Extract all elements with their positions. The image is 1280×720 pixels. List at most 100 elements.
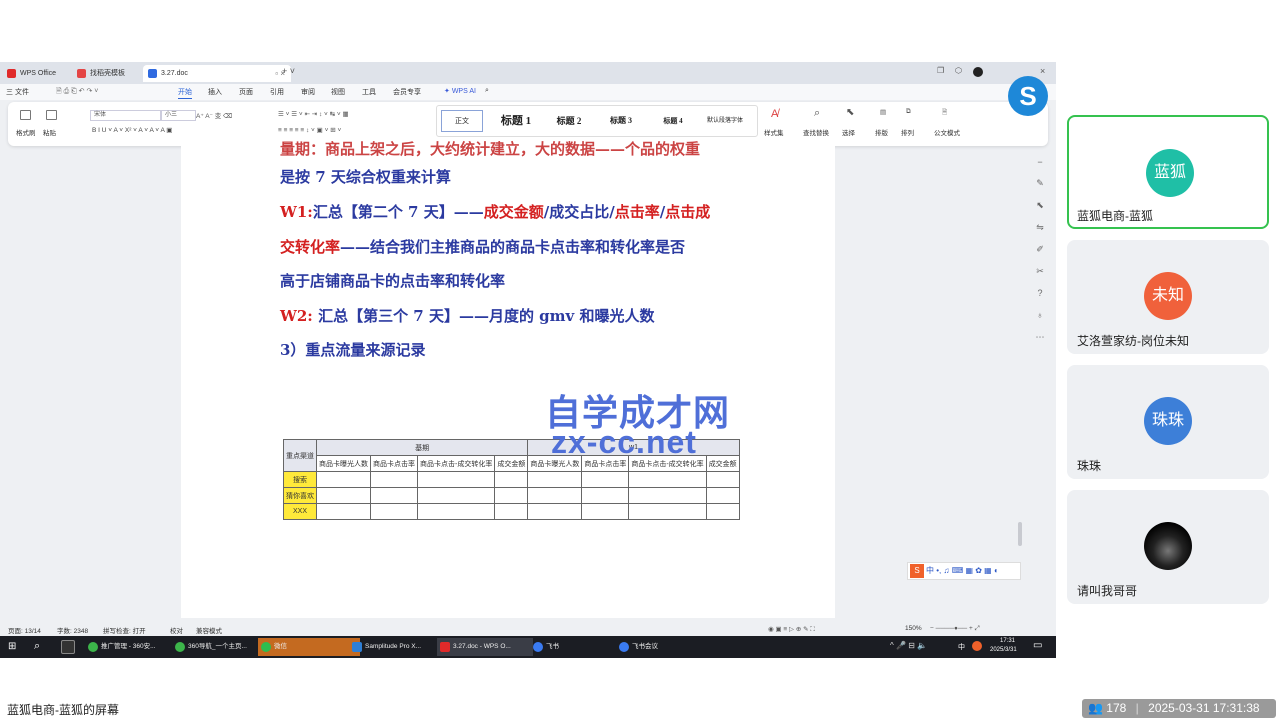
menu-insert[interactable]: 插入 bbox=[208, 87, 222, 97]
taskbar-app-feishu[interactable]: 飞书 bbox=[530, 638, 616, 656]
table-cell[interactable] bbox=[581, 487, 630, 504]
style-heading-2[interactable]: 标题 2 bbox=[547, 109, 591, 133]
taskbar-app-360-promo[interactable]: 推广管理 - 360安... bbox=[85, 638, 173, 656]
table-cell[interactable] bbox=[416, 503, 496, 520]
participant-card[interactable]: 蓝狐 蓝狐电商-蓝狐 bbox=[1067, 115, 1269, 229]
table-cell[interactable] bbox=[581, 503, 630, 520]
table-cell[interactable] bbox=[370, 487, 418, 504]
pen-icon[interactable]: ✎ bbox=[1035, 178, 1045, 188]
zoom-slider[interactable]: − ────●── + ⤢ bbox=[930, 625, 980, 633]
tiktok-icon[interactable] bbox=[61, 640, 75, 654]
more-icon[interactable]: ⋯ bbox=[1035, 332, 1045, 342]
table-cell[interactable] bbox=[628, 471, 707, 488]
participant-card[interactable]: 请叫我哥哥 bbox=[1067, 490, 1269, 604]
file-menu[interactable]: 三 文件 bbox=[6, 87, 29, 97]
font-size-select[interactable]: 小三 bbox=[161, 110, 196, 121]
find-replace-icon[interactable]: ⌕ bbox=[814, 107, 820, 120]
style-heading-4[interactable]: 标题 4 bbox=[651, 109, 695, 133]
paste-icon[interactable] bbox=[46, 110, 57, 120]
arrange-icon[interactable]: ⧉ bbox=[906, 108, 911, 116]
close-window-icon[interactable]: × bbox=[1040, 66, 1045, 76]
table-cell[interactable] bbox=[581, 471, 630, 488]
scrollbar-thumb[interactable] bbox=[1018, 522, 1022, 546]
participant-card[interactable]: 未知 艾洛萱家纺-岗位未知 bbox=[1067, 240, 1269, 354]
start-icon[interactable]: ⊞ bbox=[8, 641, 16, 652]
table-cell[interactable] bbox=[494, 487, 529, 504]
paste-label[interactable]: 粘贴 bbox=[43, 127, 56, 137]
taskbar-app-wechat[interactable]: 微信 bbox=[258, 638, 360, 656]
list-icons[interactable]: ☰ ˅ ☰ ˅ ⇤ ⇥ ↕ ˅ ↹ ˅ ▦ bbox=[278, 110, 349, 118]
table-cell[interactable] bbox=[705, 487, 740, 504]
arrange-label[interactable]: 排列 bbox=[901, 127, 914, 137]
table-cell[interactable] bbox=[370, 471, 418, 488]
typeset-label[interactable]: 排版 bbox=[875, 127, 888, 137]
menu-view[interactable]: 视图 bbox=[331, 87, 345, 97]
font-name-select[interactable]: 宋体 bbox=[90, 110, 161, 121]
search-taskbar-icon[interactable]: ⌕ bbox=[34, 640, 40, 653]
taskbar-app-feishu-meeting[interactable]: 飞书会议 bbox=[616, 638, 712, 656]
tab-template[interactable]: 找稻壳模板 bbox=[72, 65, 152, 82]
table-cell[interactable] bbox=[316, 503, 371, 520]
table-cell[interactable] bbox=[705, 503, 740, 520]
status-proof[interactable]: 校对 bbox=[170, 625, 183, 635]
style-heading-1[interactable]: 标题 1 bbox=[491, 109, 541, 133]
pointer-icon[interactable]: ⬉ bbox=[1035, 200, 1045, 210]
box-icon[interactable]: ⬡ bbox=[955, 66, 962, 75]
notification-icon[interactable]: ▭ bbox=[1033, 640, 1042, 651]
table-cell[interactable] bbox=[527, 487, 583, 504]
menu-reference[interactable]: 引用 bbox=[270, 87, 284, 97]
status-spell[interactable]: 拼写检查: 打开 bbox=[103, 625, 146, 635]
table-cell[interactable] bbox=[628, 487, 707, 504]
tray-icons[interactable]: ^ 🎤 ⊟ 🔈 bbox=[890, 641, 927, 650]
search-icon[interactable]: ⌕ bbox=[485, 87, 489, 95]
official-mode-icon[interactable]: 🗎 bbox=[942, 108, 947, 119]
table-cell[interactable] bbox=[494, 503, 529, 520]
scissors-icon[interactable]: ✂ bbox=[1035, 266, 1045, 276]
table-cell[interactable] bbox=[416, 487, 496, 504]
tab-wps-office[interactable]: WPS Office bbox=[2, 65, 78, 82]
table-cell[interactable] bbox=[628, 503, 707, 520]
style-default-font[interactable]: 默认段落字体 bbox=[699, 109, 751, 133]
table-cell[interactable] bbox=[527, 471, 583, 488]
taskbar-app-360-nav[interactable]: 360导航_一个主页... bbox=[172, 638, 266, 656]
status-words[interactable]: 字数: 2348 bbox=[57, 625, 88, 635]
menu-home[interactable]: 开始 bbox=[178, 87, 192, 99]
style-normal[interactable]: 正文 bbox=[441, 110, 483, 132]
zoom-level[interactable]: 150% bbox=[905, 625, 922, 632]
edit-icon[interactable]: ✐ bbox=[1035, 244, 1045, 254]
typeset-icon[interactable]: ▤ bbox=[880, 108, 886, 116]
sogou-tray-icon[interactable] bbox=[972, 641, 982, 651]
quick-access-toolbar[interactable]: 🗎 ⎙ ⎗ ↶ ↷ ˅ bbox=[56, 87, 98, 98]
table-cell[interactable] bbox=[527, 503, 583, 520]
table-cell[interactable] bbox=[316, 487, 371, 504]
table-cell[interactable] bbox=[316, 471, 371, 488]
taskbar-app-samplitude[interactable]: Samplitude Pro X... bbox=[349, 638, 447, 656]
minus-icon[interactable]: − bbox=[1035, 157, 1045, 167]
adjust-icon[interactable]: ⇋ bbox=[1035, 222, 1045, 232]
table-cell[interactable] bbox=[370, 503, 418, 520]
style-set-label[interactable]: 样式集 bbox=[764, 127, 784, 137]
taskbar-app-wps[interactable]: 3.27.doc - WPS O... bbox=[437, 638, 533, 656]
format-painter-icon[interactable] bbox=[20, 110, 31, 120]
help-icon[interactable]: ? bbox=[1035, 288, 1045, 298]
menu-member[interactable]: 会员专享 bbox=[393, 87, 421, 97]
shirt-icon[interactable]: ♁ bbox=[1035, 310, 1045, 320]
new-tab-icon[interactable]: + ˅ bbox=[282, 66, 295, 76]
font-adjust-icons[interactable]: A⁺ A⁻ 变 ⌫ bbox=[196, 110, 232, 120]
select-icon[interactable]: ⬉ bbox=[846, 107, 854, 118]
style-set-icon[interactable]: A̸ bbox=[771, 108, 778, 120]
table-cell[interactable] bbox=[494, 471, 529, 488]
user-avatar-icon[interactable] bbox=[973, 67, 983, 77]
style-heading-3[interactable]: 标题 3 bbox=[599, 109, 643, 133]
view-mode-icons[interactable]: ◉ ▣ ≡ ▷ ⊕ ✎ ⛶ bbox=[768, 625, 815, 634]
table-cell[interactable] bbox=[705, 471, 740, 488]
wps-ai-menu[interactable]: ✦ WPS AI bbox=[444, 87, 476, 95]
menu-review[interactable]: 审阅 bbox=[301, 87, 315, 97]
find-replace-label[interactable]: 查找替换 bbox=[803, 127, 829, 137]
ime-indicator[interactable]: 中 bbox=[958, 642, 965, 652]
menu-page[interactable]: 页面 bbox=[239, 87, 253, 97]
format-painter-label[interactable]: 格式刷 bbox=[16, 127, 36, 137]
status-page[interactable]: 页面: 13/14 bbox=[8, 625, 41, 635]
clock-date[interactable]: 2025/3/31 bbox=[990, 647, 1017, 653]
clock-time[interactable]: 17:31 bbox=[1000, 638, 1015, 644]
